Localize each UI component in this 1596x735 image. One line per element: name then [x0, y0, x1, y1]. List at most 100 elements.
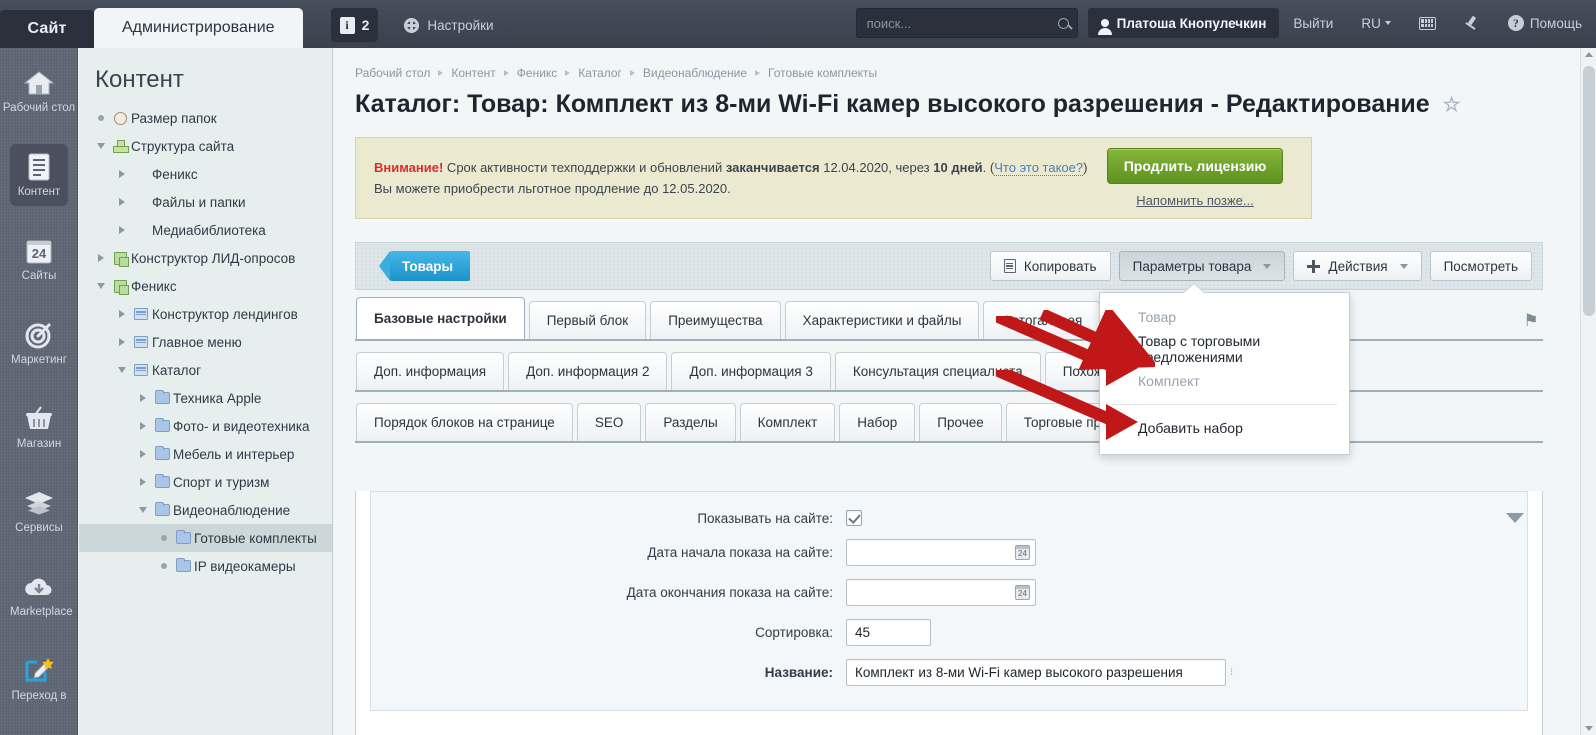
- tree-item-1[interactable]: Структура сайта: [79, 132, 332, 160]
- date-start-input[interactable]: [846, 539, 1036, 566]
- what-is-this-link[interactable]: Что это такое?: [994, 160, 1084, 176]
- tree-twisty-icon[interactable]: [135, 478, 151, 486]
- tree-item-9[interactable]: Каталог: [79, 356, 332, 384]
- tree-twisty-icon[interactable]: [135, 422, 151, 430]
- dropdown-item-1[interactable]: ✓ Товар с торговыми предложениями: [1100, 333, 1349, 365]
- tree-twisty-icon[interactable]: [114, 367, 130, 373]
- breadcrumb-item-0[interactable]: Рабочий стол: [355, 66, 430, 80]
- settings-button[interactable]: Настройки: [396, 8, 501, 42]
- tree-twisty-icon[interactable]: [114, 338, 130, 346]
- actions-button[interactable]: Действия: [1293, 251, 1422, 281]
- sort-input[interactable]: [846, 619, 931, 646]
- tab-row3-0[interactable]: Порядок блоков на странице: [356, 403, 573, 441]
- rail-item-marketplace[interactable]: Marketplace: [0, 552, 78, 636]
- rail-item-services[interactable]: Сервисы: [0, 468, 78, 552]
- tree-twisty-icon[interactable]: [114, 226, 130, 234]
- tree-twisty-icon[interactable]: [93, 115, 109, 121]
- products-chip[interactable]: Товары: [378, 251, 471, 281]
- tree-twisty-icon[interactable]: [135, 450, 151, 458]
- preview-button[interactable]: Посмотреть: [1429, 251, 1532, 281]
- tree-item-8[interactable]: Главное меню: [79, 328, 332, 356]
- search-icon[interactable]: [1057, 17, 1069, 29]
- tab-row3-4[interactable]: Набор: [839, 403, 916, 441]
- tab-site[interactable]: Сайт: [0, 10, 94, 48]
- tab-row2-1[interactable]: Доп. информация 2: [508, 352, 668, 390]
- resize-handle-icon[interactable]: ⁝: [1230, 667, 1238, 677]
- product-params-button[interactable]: Параметры товара: [1118, 251, 1286, 281]
- tree-twisty-icon[interactable]: [114, 198, 130, 206]
- breadcrumb-item-4[interactable]: Видеонаблюдение: [643, 66, 747, 80]
- rail-item-content[interactable]: Контент: [0, 132, 78, 216]
- vertical-scrollbar[interactable]: [1580, 48, 1596, 735]
- help-button[interactable]: ? Помощь: [1494, 8, 1596, 38]
- star-icon[interactable]: ☆: [1443, 92, 1461, 117]
- rail-item-marketing[interactable]: Маркетинг: [0, 300, 78, 384]
- scrollbar-thumb[interactable]: [1583, 66, 1595, 316]
- tree-item-6[interactable]: Феникс: [79, 272, 332, 300]
- breadcrumb-item-1[interactable]: Контент: [451, 66, 495, 80]
- breadcrumb-item-3[interactable]: Каталог: [578, 66, 622, 80]
- copy-button[interactable]: Копировать: [989, 251, 1111, 281]
- tab-row2-0[interactable]: Доп. информация: [356, 352, 505, 390]
- tree-item-10[interactable]: Техника Apple: [79, 384, 332, 412]
- tree-item-7[interactable]: Конструктор лендингов: [79, 300, 332, 328]
- tree-item-16[interactable]: IP видеокамеры: [79, 552, 332, 580]
- scroll-up-icon[interactable]: [1585, 52, 1593, 57]
- rail-item-desktop[interactable]: Рабочий стол: [0, 48, 78, 132]
- breadcrumb-item-5[interactable]: Готовые комплекты: [768, 66, 877, 80]
- tab-row1-1[interactable]: Первый блок: [528, 301, 647, 339]
- scroll-down-icon[interactable]: [1585, 726, 1593, 731]
- rail-item-transition[interactable]: Переход в: [0, 636, 78, 720]
- tree-item-15[interactable]: Готовые комплекты: [79, 524, 332, 552]
- show-on-site-checkbox[interactable]: [846, 510, 862, 526]
- pin-icon[interactable]: ⚑: [1521, 311, 1541, 331]
- search-box[interactable]: [855, 8, 1078, 38]
- tree-item-14[interactable]: Видеонаблюдение: [79, 496, 332, 524]
- tree-item-4[interactable]: Медиабиблиотека: [79, 216, 332, 244]
- tree-twisty-icon[interactable]: [135, 507, 151, 513]
- user-button[interactable]: Платоша Кнопулечкин: [1087, 8, 1280, 38]
- tree-twisty-icon[interactable]: [93, 283, 109, 289]
- tree-item-3[interactable]: Файлы и папки: [79, 188, 332, 216]
- tab-row1-4[interactable]: Фотогалерея: [983, 301, 1101, 339]
- calendar-icon[interactable]: 24: [1015, 585, 1030, 600]
- tab-row2-2[interactable]: Доп. информация 3: [671, 352, 831, 390]
- tab-administration[interactable]: Администрирование: [94, 8, 303, 48]
- rail-item-shop[interactable]: Магазин: [0, 384, 78, 468]
- tree-twisty-icon[interactable]: [93, 254, 109, 262]
- collapse-panel-icon[interactable]: [1506, 513, 1524, 523]
- remind-later-link[interactable]: Напомнить позже...: [1095, 193, 1295, 208]
- tree-twisty-icon[interactable]: [114, 310, 130, 318]
- tree-item-5[interactable]: Конструктор ЛИД-опросов: [79, 244, 332, 272]
- tree-twisty-icon[interactable]: [156, 535, 172, 541]
- hotkeys-button[interactable]: [1405, 8, 1450, 38]
- pin-panel-button[interactable]: [1450, 8, 1494, 38]
- name-input[interactable]: [846, 659, 1226, 686]
- calendar-icon[interactable]: 24: [1015, 545, 1030, 560]
- tree-twisty-icon[interactable]: [156, 563, 172, 569]
- tab-row1-0[interactable]: Базовые настройки: [356, 297, 525, 339]
- search-input[interactable]: [864, 14, 1054, 32]
- tree-item-13[interactable]: Спорт и туризм: [79, 468, 332, 496]
- tab-row1-2[interactable]: Преимущества: [650, 301, 781, 339]
- tab-row3-5[interactable]: Прочее: [919, 403, 1002, 441]
- tab-row3-1[interactable]: SEO: [576, 403, 642, 441]
- breadcrumb-item-2[interactable]: Феникс: [517, 66, 558, 80]
- tree-item-12[interactable]: Мебель и интерьер: [79, 440, 332, 468]
- date-end-input[interactable]: [846, 579, 1036, 606]
- tab-row1-3[interactable]: Характеристики и файлы: [784, 301, 980, 339]
- tab-row3-3[interactable]: Комплект: [739, 403, 836, 441]
- tree-item-11[interactable]: Фото- и видеотехника: [79, 412, 332, 440]
- language-switcher[interactable]: RU: [1347, 8, 1405, 38]
- tree-item-0[interactable]: Размер папок: [79, 104, 332, 132]
- tab-row3-2[interactable]: Разделы: [645, 403, 736, 441]
- tree-twisty-icon[interactable]: [114, 170, 130, 178]
- logout-link[interactable]: Выйти: [1279, 8, 1347, 38]
- rail-item-sites[interactable]: 24 Сайты: [0, 216, 78, 300]
- dropdown-item-add-set[interactable]: Добавить набор: [1100, 412, 1349, 444]
- tree-twisty-icon[interactable]: [135, 394, 151, 402]
- renew-license-button[interactable]: Продлить лицензию: [1106, 148, 1284, 184]
- tree-item-2[interactable]: Феникс: [79, 160, 332, 188]
- tab-row2-3[interactable]: Консультация специалиста: [834, 352, 1041, 390]
- tree-twisty-icon[interactable]: [93, 143, 109, 149]
